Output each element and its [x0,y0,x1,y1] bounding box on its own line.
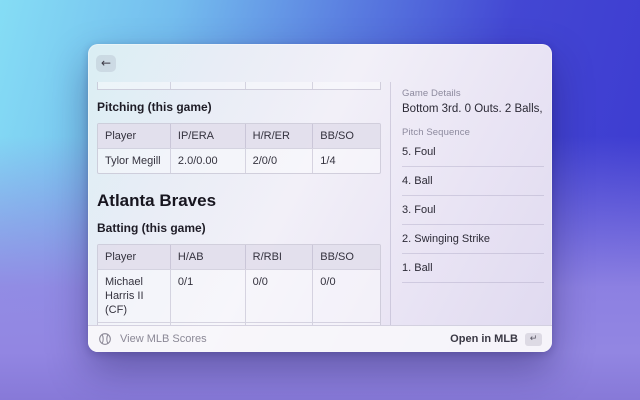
pitch-sequence-item: 5. Foul [402,138,544,167]
back-button[interactable]: ← [96,54,116,72]
footer-context: View MLB Scores [98,332,207,346]
column-header: BB/SO [312,245,380,269]
pitching-section-title: Pitching (this game) [97,100,212,114]
pitch-sequence-label: Pitch Sequence [402,127,470,138]
return-key-icon: ↵ [525,332,542,346]
game-details-value: Bottom 3rd. 0 Outs. 2 Balls, 2 Strik... [402,103,544,115]
player-cell: Michael Harris II (CF) [105,276,144,316]
game-details-label: Game Details [402,88,461,99]
action-footer: View MLB Scores Open in MLB ↵ [88,325,552,352]
column-header: Player [105,130,137,142]
batting-section-title: Batting (this game) [97,221,206,235]
stat-cell: 0/1 [169,270,245,322]
metadata-sidebar: Game Details Bottom 3rd. 0 Outs. 2 Balls… [390,82,552,325]
stat-cell: 0/0 [244,270,313,322]
detail-scroll-area[interactable]: Pitching (this game) Player IP/ERA H/R/E… [88,82,390,325]
column-header: H/AB [169,245,245,269]
table-row: Tylor Megill 2.0/0.00 2/0/0 1/4 [98,148,380,173]
open-in-mlb-label: Open in MLB [450,333,518,345]
player-cell: Tylor Megill [105,155,161,167]
window-body: Pitching (this game) Player IP/ERA H/R/E… [88,82,552,325]
column-header: IP/ERA [169,124,245,148]
stat-cell: 2.0/0.00 [169,149,245,173]
stat-cell: 2/0/0 [244,149,313,173]
pitching-table-header: Player IP/ERA H/R/ER BB/SO [98,124,380,148]
baseball-icon [99,333,111,345]
column-header: Player [105,251,137,263]
table-row: Michael Harris II (CF) 0/1 0/0 0/0 [98,269,380,322]
pitch-sequence-item: 1. Ball [402,254,544,283]
column-header: H/R/ER [244,124,313,148]
clipped-table-edge [97,82,381,90]
column-header: BB/SO [312,124,380,148]
column-header: R/RBI [244,245,313,269]
window-header: ← [88,44,552,82]
pitching-table: Player IP/ERA H/R/ER BB/SO Tylor Megill … [97,123,381,174]
pitch-sequence-item: 3. Foul [402,196,544,225]
batting-table-header: Player H/AB R/RBI BB/SO [98,245,380,269]
extension-window: ← Pitching (this game) Player IP/ERA H/R… [88,44,552,352]
stat-cell: 1/4 [312,149,380,173]
pitch-sequence-item: 2. Swinging Strike [402,225,544,254]
footer-command-label: View MLB Scores [120,333,207,345]
open-in-mlb-action[interactable]: Open in MLB ↵ [450,332,542,346]
team-heading: Atlanta Braves [97,191,217,210]
pitch-sequence-item: 4. Ball [402,167,544,196]
batting-table: Player H/AB R/RBI BB/SO Michael Harris I… [97,244,381,325]
stat-cell: 0/0 [312,270,380,322]
